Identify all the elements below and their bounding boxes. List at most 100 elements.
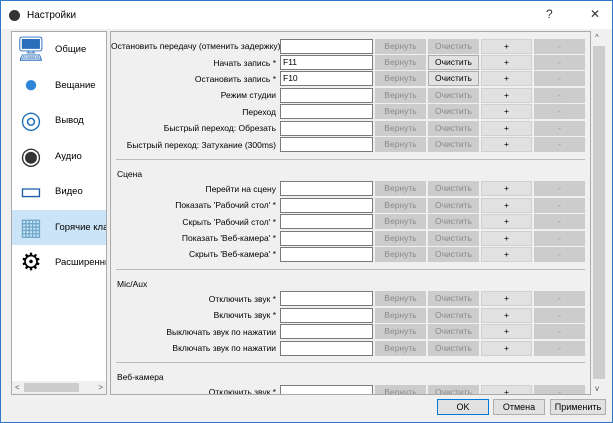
clear-button[interactable]: Очистить — [428, 230, 479, 246]
revert-button[interactable]: Вернуть — [375, 87, 426, 103]
clear-button[interactable]: Очистить — [428, 197, 479, 213]
sidebar-item-5[interactable]: ▦ Горячие клав — [12, 209, 106, 245]
sidebar-item-2[interactable]: ◎ Вывод — [12, 103, 106, 139]
add-button[interactable]: + — [481, 104, 532, 120]
add-button[interactable]: + — [481, 230, 532, 246]
clear-button[interactable]: Очистить — [428, 137, 479, 153]
revert-button[interactable]: Вернуть — [375, 38, 426, 54]
add-button[interactable]: + — [481, 38, 532, 54]
revert-button[interactable]: Вернуть — [375, 104, 426, 120]
cancel-button[interactable]: Отмена — [493, 399, 545, 415]
scrollbar-thumb[interactable] — [593, 46, 605, 379]
scrollbar-thumb[interactable] — [24, 383, 79, 392]
remove-button[interactable]: - — [534, 120, 585, 136]
revert-button[interactable]: Вернуть — [375, 384, 426, 394]
revert-button[interactable]: Вернуть — [375, 246, 426, 262]
hotkey-input[interactable] — [280, 230, 373, 246]
revert-button[interactable]: Вернуть — [375, 324, 426, 340]
vertical-scrollbar[interactable]: ^ v — [591, 31, 607, 395]
add-button[interactable]: + — [481, 324, 532, 340]
scroll-up-icon[interactable]: ^ — [595, 33, 599, 42]
hotkey-input[interactable] — [280, 324, 373, 340]
clear-button[interactable]: Очистить — [428, 87, 479, 103]
clear-button[interactable]: Очистить — [428, 307, 479, 323]
remove-button[interactable]: - — [534, 38, 585, 54]
clear-button[interactable]: Очистить — [428, 291, 479, 307]
remove-button[interactable]: - — [534, 230, 585, 246]
revert-button[interactable]: Вернуть — [375, 137, 426, 153]
revert-button[interactable]: Вернуть — [375, 340, 426, 356]
hotkey-input[interactable] — [280, 137, 373, 153]
hotkey-input[interactable] — [280, 120, 373, 136]
revert-button[interactable]: Вернуть — [375, 181, 426, 197]
add-button[interactable]: + — [481, 340, 532, 356]
clear-button[interactable]: Очистить — [428, 71, 479, 87]
remove-button[interactable]: - — [534, 291, 585, 307]
clear-button[interactable]: Очистить — [428, 120, 479, 136]
scroll-left-icon[interactable]: < — [15, 383, 20, 392]
close-button[interactable]: ✕ — [590, 7, 600, 21]
clear-button[interactable]: Очистить — [428, 214, 479, 230]
remove-button[interactable]: - — [534, 324, 585, 340]
add-button[interactable]: + — [481, 197, 532, 213]
hotkey-input[interactable] — [280, 307, 373, 323]
remove-button[interactable]: - — [534, 246, 585, 262]
ok-button[interactable]: OK — [437, 399, 489, 415]
sidebar-item-6[interactable]: ⚙ Расширенны — [12, 245, 106, 281]
revert-button[interactable]: Вернуть — [375, 197, 426, 213]
sidebar-item-4[interactable]: ▭ Видео — [12, 174, 106, 210]
clear-button[interactable]: Очистить — [428, 55, 479, 71]
hotkey-input[interactable] — [280, 340, 373, 356]
hotkey-input[interactable] — [280, 197, 373, 213]
add-button[interactable]: + — [481, 181, 532, 197]
hotkey-input[interactable] — [280, 246, 373, 262]
add-button[interactable]: + — [481, 87, 532, 103]
add-button[interactable]: + — [481, 71, 532, 87]
remove-button[interactable]: - — [534, 181, 585, 197]
revert-button[interactable]: Вернуть — [375, 55, 426, 71]
add-button[interactable]: + — [481, 384, 532, 394]
apply-button[interactable]: Применить — [550, 399, 606, 415]
remove-button[interactable]: - — [534, 55, 585, 71]
revert-button[interactable]: Вернуть — [375, 307, 426, 323]
remove-button[interactable]: - — [534, 197, 585, 213]
hotkey-input[interactable]: F11 — [280, 55, 373, 71]
add-button[interactable]: + — [481, 137, 532, 153]
add-button[interactable]: + — [481, 307, 532, 323]
sidebar-item-3[interactable]: ◉ Аудио — [12, 139, 106, 175]
sidebar-horizontal-scrollbar[interactable]: < > — [12, 381, 106, 394]
remove-button[interactable]: - — [534, 307, 585, 323]
hotkey-input[interactable] — [280, 87, 373, 103]
clear-button[interactable]: Очистить — [428, 384, 479, 394]
revert-button[interactable]: Вернуть — [375, 214, 426, 230]
remove-button[interactable]: - — [534, 214, 585, 230]
sidebar-item-1[interactable]: ● Вещание — [12, 68, 106, 104]
add-button[interactable]: + — [481, 120, 532, 136]
remove-button[interactable]: - — [534, 384, 585, 394]
clear-button[interactable]: Очистить — [428, 38, 479, 54]
add-button[interactable]: + — [481, 246, 532, 262]
hotkey-input[interactable] — [280, 104, 373, 120]
hotkey-input[interactable]: F10 — [280, 71, 373, 87]
hotkey-input[interactable] — [280, 214, 373, 230]
revert-button[interactable]: Вернуть — [375, 230, 426, 246]
hotkey-input[interactable] — [280, 181, 373, 197]
revert-button[interactable]: Вернуть — [375, 120, 426, 136]
remove-button[interactable]: - — [534, 71, 585, 87]
remove-button[interactable]: - — [534, 104, 585, 120]
add-button[interactable]: + — [481, 55, 532, 71]
add-button[interactable]: + — [481, 214, 532, 230]
remove-button[interactable]: - — [534, 87, 585, 103]
clear-button[interactable]: Очистить — [428, 340, 479, 356]
sidebar-item-0[interactable]: 🖥 Общие — [12, 32, 106, 68]
remove-button[interactable]: - — [534, 137, 585, 153]
scroll-right-icon[interactable]: > — [98, 383, 103, 392]
hotkey-input[interactable] — [280, 291, 373, 307]
revert-button[interactable]: Вернуть — [375, 71, 426, 87]
hotkey-input[interactable] — [280, 384, 373, 394]
clear-button[interactable]: Очистить — [428, 246, 479, 262]
clear-button[interactable]: Очистить — [428, 181, 479, 197]
clear-button[interactable]: Очистить — [428, 324, 479, 340]
remove-button[interactable]: - — [534, 340, 585, 356]
clear-button[interactable]: Очистить — [428, 104, 479, 120]
